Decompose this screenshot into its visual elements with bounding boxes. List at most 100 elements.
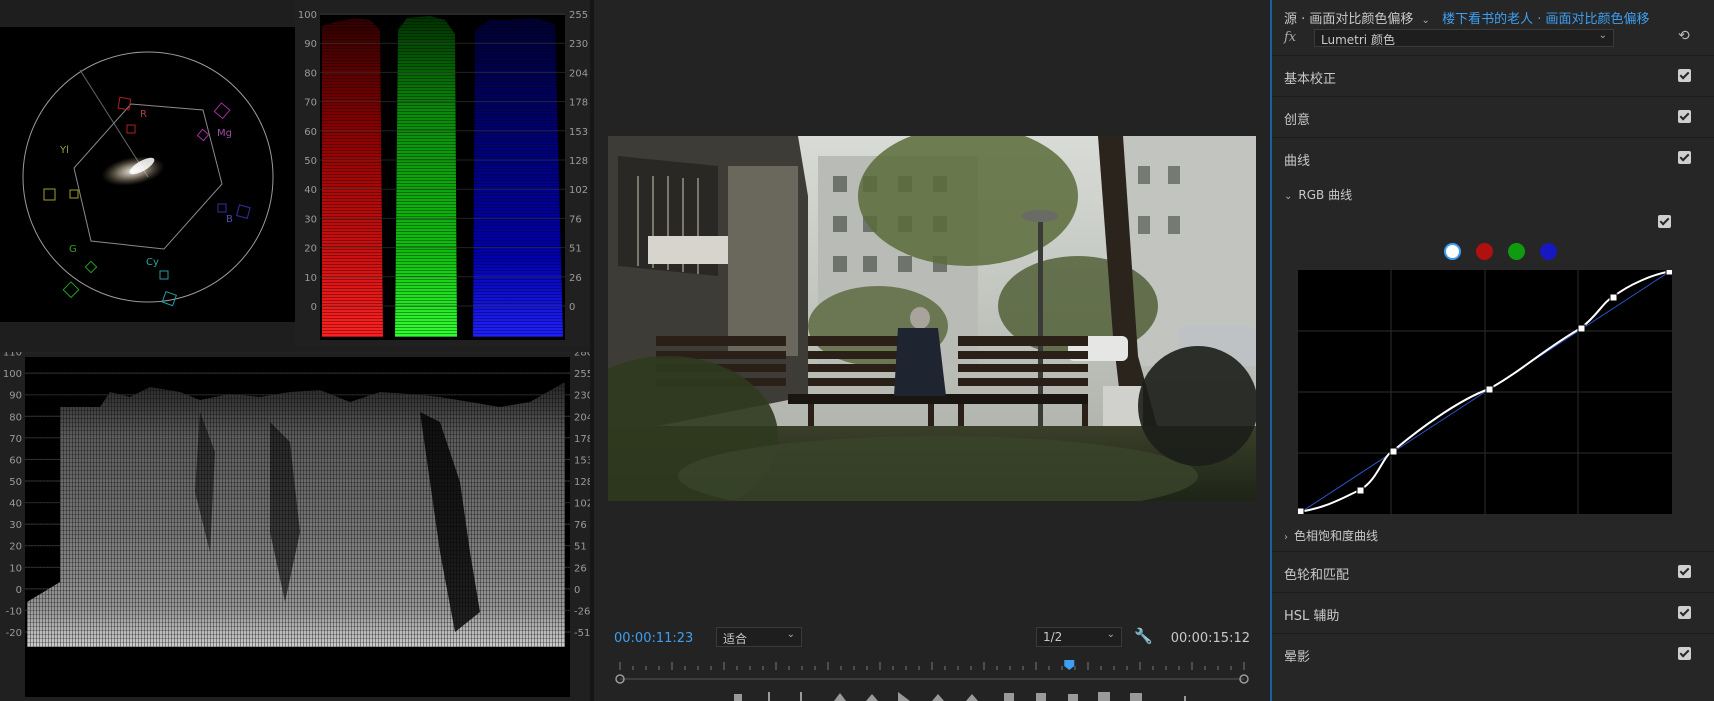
section-basic-correction[interactable]: 基本校正 [1272, 55, 1714, 95]
toggle-proxies-icon[interactable] [1130, 693, 1142, 701]
rgb-curve-editor[interactable] [1296, 267, 1674, 516]
waveform-right-tick-label: 280 [574, 352, 590, 359]
sequence-clip-link[interactable]: 楼下看书的老人 · 画面对比颜色偏移 [1442, 12, 1649, 27]
go-to-out-icon[interactable] [966, 694, 978, 701]
parade-left-tick-label: 90 [304, 39, 317, 50]
vectorscope-label-yl: Yl [59, 145, 69, 156]
section-hsl-secondary[interactable]: HSL 辅助 [1272, 592, 1714, 632]
rgb-curves-title: RGB 曲线 [1298, 188, 1353, 202]
section-vignette-title: 晕影 [1284, 650, 1311, 665]
export-frame-icon[interactable] [1068, 694, 1078, 701]
playhead-marker[interactable] [1064, 660, 1075, 670]
curve-point[interactable] [1356, 486, 1365, 495]
vectorscope-label-mg: Mg [217, 128, 232, 139]
waveform-left-tick-label: 30 [9, 520, 22, 531]
rgb-curve-graph[interactable] [1296, 267, 1674, 516]
section-color-wheels[interactable]: 色轮和匹配 [1272, 551, 1714, 591]
parade-right-tick-label: 128 [569, 156, 588, 167]
section-basic-correction-checkbox[interactable] [1678, 69, 1691, 82]
waveform-left-tick-label: 0 [16, 585, 22, 596]
section-vignette[interactable]: 晕影 [1272, 633, 1714, 701]
zoom-level-value: 适合 [723, 632, 748, 646]
rgb-curves-checkbox[interactable] [1658, 215, 1671, 228]
section-curves-checkbox[interactable] [1678, 151, 1691, 164]
waveform-left-tick-label: -10 [6, 606, 22, 617]
curve-point[interactable] [1485, 385, 1494, 394]
comparison-view-icon[interactable] [1098, 692, 1110, 701]
parade-right-tick-label: 255 [569, 10, 588, 21]
reset-icon[interactable]: ⟲ [1678, 28, 1690, 44]
lumetri-header: 源 · 画面对比颜色偏移 ⌄ 楼下看书的老人 · 画面对比颜色偏移 fx Lum… [1272, 0, 1714, 52]
waveform-left-tick-label: 10 [9, 563, 22, 574]
section-color-wheels-title: 色轮和匹配 [1284, 568, 1350, 583]
step-back-icon[interactable] [866, 694, 878, 701]
chevron-down-icon: ⌄ [1421, 15, 1430, 26]
rgb-curves-subsection[interactable]: ⌄ RGB 曲线 [1284, 186, 1352, 203]
parade-left-tick-label: 60 [304, 127, 317, 138]
clear-marks-icon[interactable] [800, 692, 802, 701]
video-frame-image [608, 136, 1256, 501]
playback-resolution-dropdown[interactable]: 1/2 ⌄ [1036, 627, 1122, 647]
curve-point[interactable] [1609, 293, 1618, 302]
playback-resolution-value: 1/2 [1043, 630, 1063, 644]
source-selector[interactable]: 源 · 画面对比颜色偏移 ⌄ 楼下看书的老人 · 画面对比颜色偏移 [1284, 8, 1649, 27]
channel-green-button[interactable] [1508, 243, 1525, 260]
channel-red-button[interactable] [1476, 243, 1493, 260]
zoom-scroll-bar[interactable] [614, 673, 1250, 685]
section-hsl-secondary-checkbox[interactable] [1678, 606, 1691, 619]
mark-in-icon[interactable] [734, 694, 742, 701]
insert-icon[interactable] [1004, 693, 1014, 701]
section-curves[interactable]: 曲线 [1272, 137, 1714, 177]
hue-saturation-curves-subsection[interactable]: › 色相饱和度曲线 [1284, 527, 1378, 544]
time-ruler[interactable] [614, 660, 1250, 670]
current-timecode[interactable]: 00:00:11:23 [614, 631, 693, 646]
add-button-icon[interactable] [1184, 696, 1186, 701]
chevron-right-icon: › [1284, 532, 1288, 543]
waveform-right-tick-label: 0 [574, 585, 580, 596]
fx-icon[interactable]: fx [1284, 30, 1296, 45]
overwrite-icon[interactable] [1036, 693, 1046, 701]
parade-left-tick-label: 0 [311, 302, 317, 313]
lumetri-color-panel: 源 · 画面对比颜色偏移 ⌄ 楼下看书的老人 · 画面对比颜色偏移 fx Lum… [1270, 0, 1714, 701]
section-creative[interactable]: 创意 [1272, 96, 1714, 136]
parade-right-tick-label: 102 [569, 185, 588, 196]
effect-dropdown[interactable]: Lumetri 颜色 ⌄ [1314, 29, 1614, 47]
channel-white-button[interactable] [1444, 243, 1461, 260]
chevron-down-icon: ⌄ [1106, 629, 1115, 640]
section-creative-checkbox[interactable] [1678, 110, 1691, 123]
parade-right-tick-label: 26 [569, 273, 582, 284]
waveform-right-tick-label: 51 [574, 542, 587, 553]
waveform-left-tick-label: 20 [9, 542, 22, 553]
mark-out-icon[interactable] [768, 692, 770, 701]
parade-left-tick-label: 10 [304, 273, 317, 284]
vectorscope-label-b: B [226, 214, 233, 225]
go-to-in-icon[interactable] [834, 693, 846, 701]
chevron-down-icon: ⌄ [1598, 30, 1607, 41]
settings-wrench-icon[interactable]: 🔧 [1134, 627, 1153, 645]
parade-left-tick-label: 50 [304, 156, 317, 167]
section-creative-title: 创意 [1284, 113, 1311, 128]
vectorscope: R Mg B Cy G Yl [0, 27, 295, 322]
play-icon[interactable] [898, 692, 910, 701]
zoom-level-dropdown[interactable]: 适合 ⌄ [716, 627, 802, 647]
section-vignette-checkbox[interactable] [1678, 647, 1691, 660]
parade-left-tick-label: 20 [304, 244, 317, 255]
waveform-right-tick-label: 76 [574, 520, 587, 531]
curve-point[interactable] [1665, 267, 1674, 276]
section-color-wheels-checkbox[interactable] [1678, 565, 1691, 578]
step-forward-icon[interactable] [932, 694, 944, 701]
curve-point[interactable] [1389, 447, 1398, 456]
curve-point[interactable] [1577, 324, 1586, 333]
section-basic-correction-title: 基本校正 [1284, 72, 1337, 87]
curve-channel-selector [1444, 243, 1564, 263]
rgb-parade-graph: 1009080706050403020100 25523020417815312… [298, 10, 588, 340]
parade-right-tick-label: 76 [569, 214, 582, 225]
waveform-right-tick-label: 204 [574, 412, 590, 423]
luma-waveform-graph: 1201101009080706050403020100-10-20 30628… [3, 326, 593, 697]
parade-left-tick-label: 100 [298, 10, 317, 21]
curve-point[interactable] [1296, 507, 1305, 516]
source-label: 源 · 画面对比颜色偏移 [1284, 12, 1414, 27]
program-monitor: 00:00:11:23 适合 ⌄ 1/2 ⌄ 🔧 00:00:15:12 [594, 0, 1270, 701]
channel-blue-button[interactable] [1540, 243, 1557, 260]
parade-right-tick-label: 230 [569, 39, 588, 50]
